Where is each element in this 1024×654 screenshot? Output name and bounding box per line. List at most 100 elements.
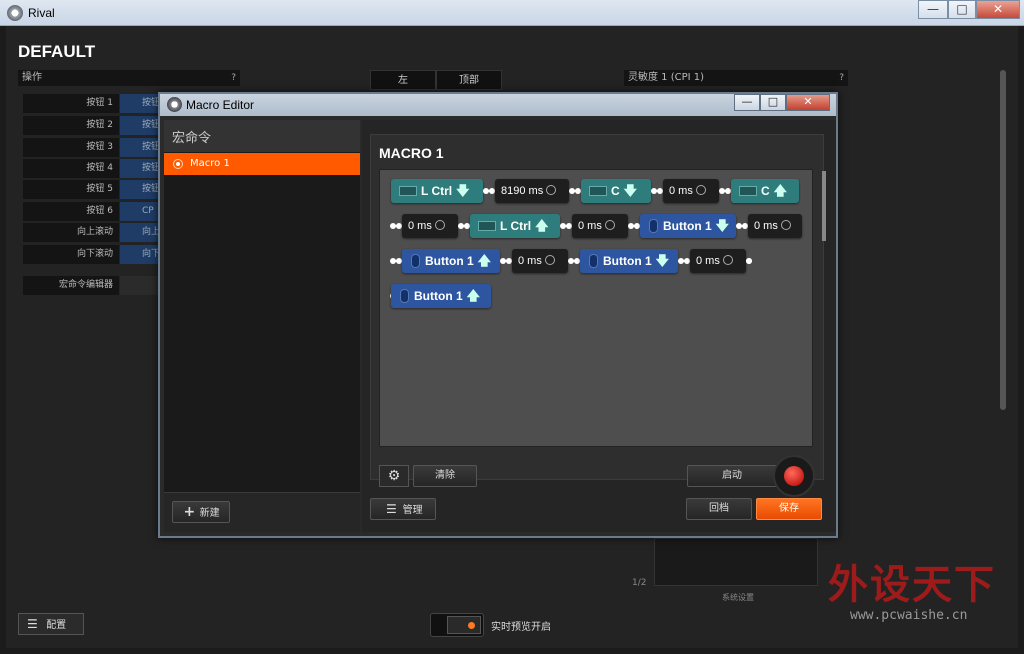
manage-button-label: 管理 <box>402 505 423 516</box>
step-label: L Ctrl <box>421 184 453 198</box>
macro-step-mouse-up[interactable]: Button 1 🡅 <box>402 249 500 273</box>
close-button[interactable]: ✕ <box>976 0 1020 19</box>
macro-step-mouse-down[interactable]: Button 1 🡇 <box>640 214 736 238</box>
macro-step-delay[interactable]: 0 ms <box>402 214 458 238</box>
macro-step-key-down[interactable]: C 🡇 <box>581 179 651 203</box>
binding-value[interactable]: 按钮 <box>120 180 160 199</box>
mouse-icon <box>649 219 658 233</box>
connector-icon <box>651 188 663 194</box>
dialog-title: Macro Editor <box>186 98 255 112</box>
arrow-up-icon: 🡅 <box>466 288 481 303</box>
macro-step-delay[interactable]: 8190 ms <box>495 179 569 203</box>
arrow-down-icon: 🡇 <box>715 218 730 233</box>
binding-label: 按钮 6 <box>23 202 119 221</box>
macro-step-mouse-down[interactable]: Button 1 🡇 <box>580 249 678 273</box>
clock-icon <box>546 185 557 195</box>
macro-step-delay[interactable]: 0 ms <box>512 249 568 273</box>
macro-step-key-up[interactable]: L Ctrl 🡅 <box>470 214 560 238</box>
macro-step-delay[interactable]: 0 ms <box>748 214 802 238</box>
clear-button[interactable]: 清除 <box>413 465 477 487</box>
list-icon: ☰ <box>386 502 397 516</box>
macro-canvas[interactable]: L Ctrl 🡇 8190 ms C 🡇 0 ms C 🡅 0 ms L Ctrl 🡅 … <box>379 169 813 447</box>
connector-icon <box>390 258 402 264</box>
binding-value[interactable]: 按钮 <box>120 116 160 135</box>
help-icon[interactable]: ? <box>839 70 844 86</box>
live-preview-toggle[interactable] <box>430 613 484 637</box>
dialog-minimize-button[interactable]: — <box>734 94 760 111</box>
connector-icon <box>483 188 495 194</box>
main-scrollbar[interactable] <box>1000 70 1006 410</box>
keyboard-icon <box>478 221 496 231</box>
step-label: Button 1 <box>663 219 712 233</box>
macro-editor-toggle[interactable] <box>120 276 160 295</box>
macro-editor-dialog: Macro Editor — □ ✕ 宏命令 Macro 1 + 新建 MACR… <box>158 92 838 538</box>
binding-value[interactable]: CP <box>120 202 160 221</box>
system-settings-caption: 系统设置 <box>722 593 754 602</box>
arrow-down-icon: 🡇 <box>456 183 470 198</box>
window-title: Rival <box>28 6 55 20</box>
watermark-logo: 外设天下 <box>828 561 996 608</box>
connector-icon <box>628 223 640 229</box>
dialog-close-button[interactable]: ✕ <box>786 94 830 111</box>
live-preview-label: 实时预览开启 <box>491 622 551 633</box>
binding-value[interactable]: 向下 <box>120 245 160 264</box>
clock-icon <box>604 220 615 230</box>
arrow-up-icon: 🡅 <box>477 253 492 268</box>
watermark-url: www.pcwaishe.cn <box>850 608 968 623</box>
step-label: 0 ms <box>518 255 542 267</box>
arrow-down-icon: 🡇 <box>655 253 670 268</box>
mouse-icon <box>400 289 409 303</box>
maximize-button[interactable]: □ <box>948 0 976 19</box>
canvas-scrollbar[interactable] <box>822 171 826 241</box>
tab-left[interactable]: 左 <box>370 70 436 90</box>
macro-step-key-down[interactable]: L Ctrl 🡇 <box>391 179 483 203</box>
keyboard-icon <box>739 186 757 196</box>
binding-label: 按钮 5 <box>23 180 119 199</box>
new-macro-button[interactable]: + 新建 <box>172 501 230 523</box>
binding-label: 按钮 1 <box>23 94 119 113</box>
step-label: 8190 ms <box>501 185 544 197</box>
start-record-button[interactable]: 启动 <box>687 465 777 487</box>
macro-step-delay[interactable]: 0 ms <box>572 214 628 238</box>
macro-step-key-up[interactable]: C 🡅 <box>731 179 799 203</box>
binding-value[interactable]: 按钮 <box>120 138 160 157</box>
page-title: DEFAULT <box>18 42 96 61</box>
mouse-icon <box>589 254 598 268</box>
macro-editor-link[interactable]: 宏命令编辑器 <box>23 276 119 295</box>
connector-icon <box>560 223 572 229</box>
manage-button[interactable]: ☰ 管理 <box>370 498 436 520</box>
revert-button[interactable]: 回档 <box>686 498 752 520</box>
clock-icon <box>722 255 733 265</box>
connector-icon <box>458 223 470 229</box>
macro-step-mouse-up[interactable]: Button 1 🡅 <box>391 284 491 308</box>
keyboard-icon <box>589 186 607 196</box>
binding-label: 向下滚动 <box>23 245 119 264</box>
page-indicator: 1/2 <box>632 578 647 588</box>
keyboard-icon <box>399 186 417 196</box>
binding-value[interactable]: 按钮 <box>120 159 160 178</box>
macro-step-delay[interactable]: 0 ms <box>663 179 719 203</box>
macro-step-delay[interactable]: 0 ms <box>690 249 746 273</box>
help-icon[interactable]: ? <box>231 70 236 86</box>
tab-top[interactable]: 顶部 <box>436 70 502 90</box>
binding-value[interactable]: 按钮 <box>120 94 160 113</box>
binding-value[interactable]: 向上 <box>120 223 160 242</box>
connector-icon <box>719 188 731 194</box>
macro-list-item[interactable]: Macro 1 <box>164 153 360 175</box>
window-titlebar: Rival — □ ✕ <box>0 0 1024 26</box>
step-label: 0 ms <box>696 255 720 267</box>
record-icon[interactable] <box>773 455 815 497</box>
config-button[interactable]: ☰ 配置 <box>18 613 84 635</box>
settings-gear-icon[interactable]: ⚙ <box>379 465 409 487</box>
mouse-icon <box>411 254 420 268</box>
dialog-maximize-button[interactable]: □ <box>760 94 786 111</box>
connector-icon <box>568 258 580 264</box>
step-label: C <box>611 184 620 198</box>
step-label: 0 ms <box>754 220 778 232</box>
save-button[interactable]: 保存 <box>756 498 822 520</box>
step-label: Button 1 <box>414 289 463 303</box>
step-label: L Ctrl <box>500 219 532 233</box>
preview-grid <box>654 538 818 586</box>
minimize-button[interactable]: — <box>918 0 948 19</box>
connector-icon <box>569 188 581 194</box>
